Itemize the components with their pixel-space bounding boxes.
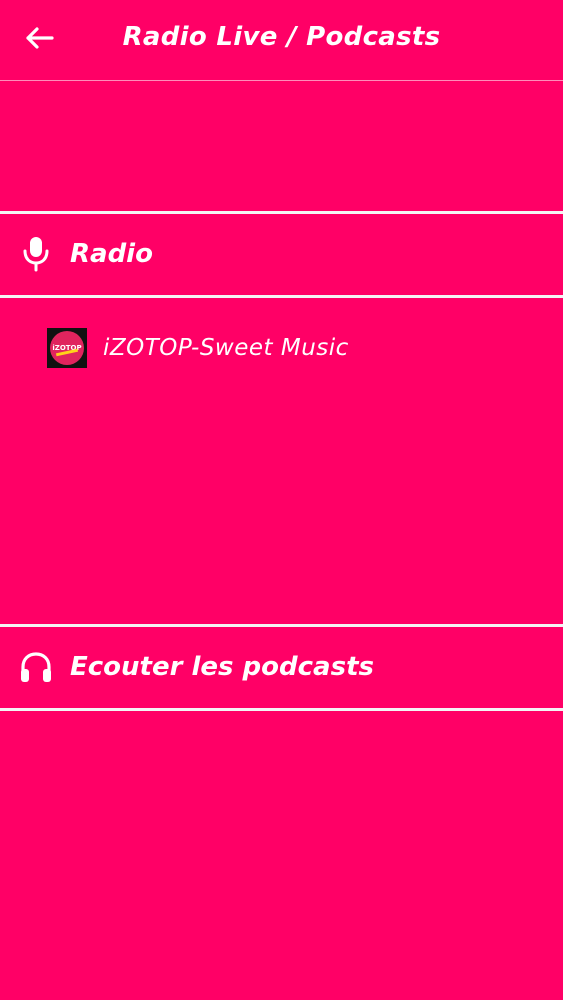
podcasts-section-header[interactable]: Ecouter les podcasts bbox=[0, 627, 563, 707]
podcasts-section-label: Ecouter les podcasts bbox=[70, 652, 374, 682]
microphone-icon bbox=[18, 234, 54, 274]
page-title: Radio Live / Podcasts bbox=[122, 22, 441, 52]
headphones-icon bbox=[18, 647, 54, 687]
radio-section-label: Radio bbox=[70, 239, 153, 269]
station-logo: iZOTOP bbox=[47, 328, 87, 368]
radio-section-header: Radio bbox=[0, 214, 563, 294]
station-row[interactable]: iZOTOP iZOTOP-Sweet Music bbox=[0, 318, 563, 378]
app-bar: Radio Live / Podcasts bbox=[0, 0, 563, 81]
station-name: iZOTOP-Sweet Music bbox=[103, 335, 349, 361]
divider bbox=[0, 708, 563, 711]
divider bbox=[0, 295, 563, 298]
